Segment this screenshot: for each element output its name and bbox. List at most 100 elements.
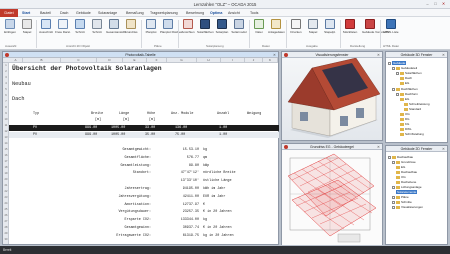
ausschnitt-button[interactable]: Ausschnitt (38, 19, 54, 45)
grundriss-button[interactable]: Grundriss (123, 19, 139, 45)
column-label[interactable]: G (167, 58, 197, 63)
expand-icon[interactable] (388, 61, 391, 65)
expand-icon[interactable] (392, 195, 395, 199)
row-number[interactable]: 22 (3, 190, 9, 193)
tree-item[interactable]: Grundrisse (392, 160, 416, 164)
summary-label[interactable]: Vergütungsdauer: (118, 210, 151, 214)
tree-item[interactable]: DG (400, 117, 410, 121)
summary-unit[interactable]: € in 20 Jahren (203, 210, 232, 214)
column-label[interactable]: C (61, 58, 97, 63)
row-number[interactable]: 8 (3, 106, 9, 109)
tree-item[interactable]: Dach (400, 76, 412, 80)
row-number[interactable]: 6 (3, 94, 9, 97)
row-number[interactable]: 15 (3, 148, 9, 151)
tree-item[interactable]: Dachebene (396, 180, 416, 184)
summary-unit[interactable]: EUR im Jahr (203, 195, 225, 199)
row-number[interactable]: 5 (3, 88, 9, 91)
summary-value[interactable]: 47°47'12' (181, 171, 199, 175)
stuecklisten-button[interactable]: Stücklisten (342, 19, 358, 45)
tree-item[interactable]: EG (396, 165, 405, 169)
row-number[interactable]: 4 (3, 82, 9, 85)
solarflaechen-button[interactable]: Solarflächen (197, 19, 214, 45)
minimize-icon[interactable]: – (424, 1, 431, 7)
summary-unit[interactable]: östliche Länge (203, 179, 232, 183)
tree-item[interactable]: Schriftstellung (400, 132, 424, 136)
stapel-ausgabe-button[interactable]: Stapel (305, 19, 321, 45)
expand-icon[interactable] (388, 155, 391, 159)
tree-item[interactable]: Schreibleistung (404, 102, 430, 106)
summary-value[interactable]: 61319.75 (183, 234, 199, 238)
anlagedaten-button[interactable]: Anlagedaten (268, 19, 285, 45)
summary-label[interactable]: Gesamtleistung: (120, 164, 151, 168)
sheet-heading[interactable]: Übersicht der Photovoltaik Solaranlagen (12, 65, 162, 72)
summary-value[interactable]: 89.80 (189, 164, 199, 168)
table-header-anzahl[interactable]: Anzahl (217, 112, 229, 116)
summary-unit[interactable]: kg (203, 148, 207, 152)
summary-unit[interactable]: € in 20 Jahren (203, 226, 232, 230)
summary-unit[interactable]: kg in 20 Jahren (203, 234, 234, 238)
maximize-icon[interactable]: □ (432, 1, 439, 7)
summary-value[interactable]: 15.53.10 (183, 148, 199, 152)
tree-item[interactable]: EG (400, 81, 409, 85)
row-number[interactable]: 30 (3, 238, 9, 241)
expand-icon[interactable] (396, 71, 399, 75)
row-number[interactable]: 20 (3, 178, 9, 181)
expand-icon[interactable] (392, 87, 395, 91)
planplot-flaechen-button[interactable]: Planplot Flächen (160, 19, 182, 45)
solarmodul-button[interactable]: Solarmodul (231, 19, 247, 45)
column-label[interactable]: J (245, 58, 263, 63)
tab-dach[interactable]: Dach (60, 11, 68, 15)
table-header-hoehe[interactable]: Höhe (147, 112, 155, 116)
drucken-button[interactable]: Drucken (288, 19, 304, 45)
tree-item[interactable]: Solarflächen (396, 71, 422, 75)
expand-icon[interactable] (392, 205, 395, 209)
stapel-button[interactable]: Stapel (19, 19, 35, 45)
row-number[interactable]: 18 (3, 166, 9, 169)
close-icon[interactable]: ✕ (442, 52, 445, 58)
planplot-button[interactable]: Planplot (143, 19, 159, 45)
row-number[interactable]: 17 (3, 160, 9, 163)
tree-item[interactable]: Dachform (396, 92, 418, 96)
tab-tools[interactable]: Tools (250, 11, 258, 15)
tab-ansicht[interactable]: Ansicht (228, 11, 240, 15)
tree-item[interactable]: Lüftungsanlage (392, 185, 422, 189)
row-number[interactable]: 25 (3, 208, 9, 211)
summary-label[interactable]: Ertragswerte CO2: (116, 234, 151, 238)
expand-icon[interactable] (392, 200, 395, 204)
table-header-laenge[interactable]: Länge (119, 112, 129, 116)
tab-start[interactable]: Start (22, 11, 30, 15)
tree-item[interactable]: Pläne (392, 195, 409, 199)
visualization-panel[interactable]: Visualisierungsfenster ✕ (281, 51, 383, 141)
summary-label[interactable]: Standort: (133, 171, 151, 175)
expand-icon[interactable] (396, 92, 399, 96)
column-label[interactable]: A (9, 58, 23, 63)
tab-bemassung[interactable]: Bemaßung (126, 11, 144, 15)
3d-viewport[interactable] (282, 57, 382, 140)
summary-value[interactable]: 30937.74 (183, 226, 199, 230)
tree-item[interactable]: EG (400, 97, 409, 101)
summary-value[interactable]: 133344.00 (181, 218, 199, 222)
summary-value[interactable]: 12737.97 (183, 203, 199, 207)
building-2d-tree-panel[interactable]: Gebäude 2D Fenster ✕ Dachaufbau Grundriss… (385, 145, 448, 245)
tree-item[interactable]: Visualisierungen (392, 205, 423, 209)
summary-unit[interactable]: qm (203, 156, 207, 160)
row-number[interactable]: 16 (3, 154, 9, 157)
table-header-typ[interactable]: Typ (33, 112, 39, 116)
summary-label[interactable]: Jahresertrag: (125, 187, 151, 191)
row-number[interactable]: 26 (3, 214, 9, 217)
tab-optima[interactable]: Optima (210, 11, 222, 15)
close-icon[interactable]: ✕ (442, 146, 445, 152)
summary-label[interactable]: Ersparte CO2: (125, 218, 151, 222)
summary-label[interactable]: Gesamtgewinn: (125, 226, 151, 230)
row-number[interactable]: 2 (3, 70, 9, 73)
summary-value[interactable]: 13°33'10' (181, 179, 199, 183)
summary-unit[interactable]: nördliche Breite (203, 171, 236, 175)
tree-item[interactable]: Dachflächen (392, 87, 418, 91)
close-icon[interactable]: ✕ (440, 1, 447, 7)
summary-label[interactable]: Amortisation: (125, 203, 151, 207)
roof-label[interactable]: Dach (12, 96, 24, 102)
summary-label[interactable]: Jahresvergütung: (118, 195, 151, 199)
einfuegen-button[interactable]: Einfügen (2, 19, 18, 45)
tree-item[interactable]: DWL (400, 127, 412, 131)
tree-item[interactable]: KG (400, 122, 409, 126)
